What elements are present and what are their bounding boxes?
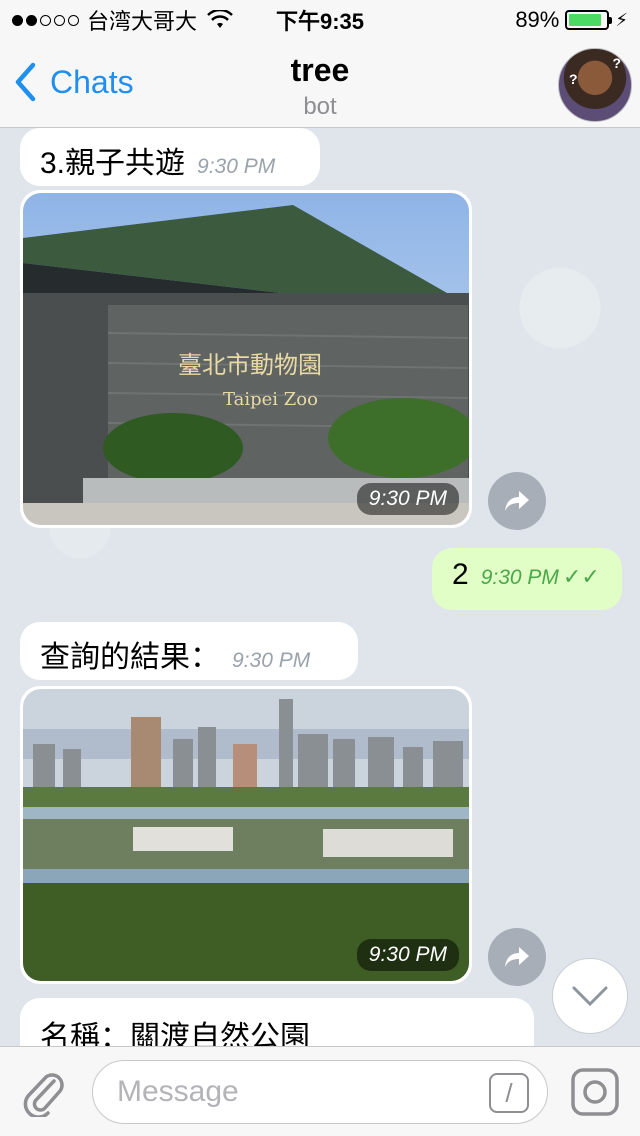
scroll-to-bottom-button[interactable] (552, 958, 628, 1034)
message-text: 查詢的結果： (40, 641, 220, 674)
battery-percent: 89% (515, 7, 560, 32)
svg-text:臺北市動物園: 臺北市動物園 (178, 351, 322, 379)
bot-command-button[interactable]: / (489, 1073, 529, 1113)
battery-indicator: 89% ⚡ (515, 7, 628, 33)
guandu-photo: 9:30 PM (23, 689, 469, 981)
message-bubble-incoming[interactable]: 查詢的結果： 9:30 PM (20, 622, 358, 680)
message-input[interactable] (117, 1061, 477, 1123)
chat-header[interactable]: tree bot (0, 52, 640, 121)
photo-message[interactable]: 臺北市動物園 Taipei Zoo 9:30 PM (20, 190, 472, 528)
message-text: 2 (452, 558, 469, 591)
chat-subtitle: bot (303, 93, 337, 120)
photo-message[interactable]: 9:30 PM (20, 686, 472, 984)
chat-title: tree (290, 52, 350, 88)
slash-icon: / (505, 1077, 513, 1108)
message-bubble-incoming[interactable]: 名稱：關渡自然公園 (20, 998, 534, 1046)
message-time: 9:30 PM (197, 155, 276, 178)
photo-time: 9:30 PM (356, 483, 459, 515)
chevron-down-icon (572, 986, 608, 1007)
battery-fill (569, 14, 602, 26)
message-list[interactable]: 3.親子共遊 9:30 PM 臺北市動物園 Taipei Zoo 9:30 PM… (0, 128, 640, 1046)
status-bar: 台湾大哥大 下午9:35 89% ⚡ (0, 0, 640, 40)
message-time: 9:30 PM (232, 649, 311, 672)
avatar[interactable]: ?? (558, 48, 632, 122)
message-field[interactable]: / (92, 1060, 548, 1124)
message-bubble-outgoing[interactable]: 2 9:30 PM ✓✓ (432, 548, 622, 610)
share-icon (505, 491, 529, 511)
signal-strength-icon (12, 14, 79, 26)
message-text: 名稱：關渡自然公園 (40, 1021, 310, 1046)
message-bubble-incoming[interactable]: 3.親子共遊 9:30 PM (20, 128, 320, 186)
paperclip-icon[interactable] (20, 1067, 66, 1117)
read-receipt-icon: ✓✓ (562, 564, 600, 589)
message-time: 9:30 PM (480, 566, 559, 589)
message-text: 3.親子共遊 (40, 147, 186, 180)
battery-icon (565, 10, 613, 30)
share-icon (505, 947, 529, 967)
share-button[interactable] (488, 472, 546, 530)
carrier-name: 台湾大哥大 (87, 9, 198, 34)
svg-text:Taipei Zoo: Taipei Zoo (223, 389, 318, 410)
share-button[interactable] (488, 928, 546, 986)
nav-bar: Chats tree bot ?? (0, 40, 640, 128)
zoo-entrance-image: 臺北市動物園 Taipei Zoo (23, 193, 469, 525)
charging-icon: ⚡ (615, 9, 628, 30)
status-time: 下午9:35 (275, 9, 365, 34)
wifi-icon (207, 10, 233, 28)
camera-icon[interactable] (570, 1067, 620, 1117)
city-skyline-image (23, 689, 469, 981)
photo-time: 9:30 PM (356, 939, 459, 971)
input-bar: / (0, 1046, 640, 1136)
taipei-zoo-photo: 臺北市動物園 Taipei Zoo 9:30 PM (23, 193, 469, 525)
